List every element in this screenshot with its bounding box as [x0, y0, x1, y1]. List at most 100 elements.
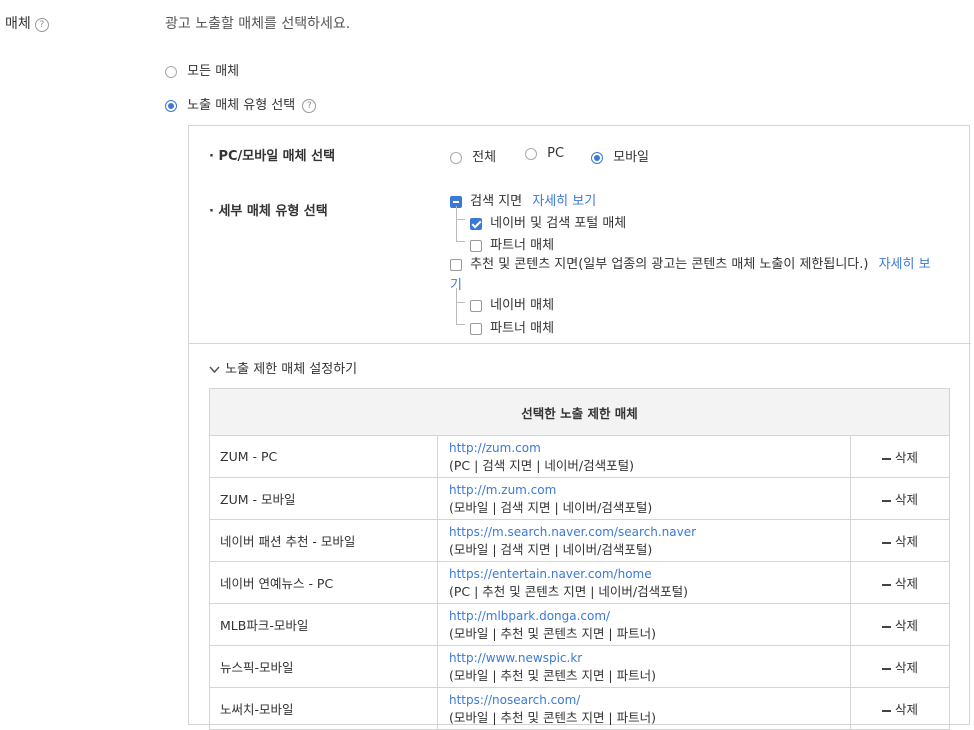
media-url-cell: https://nosearch.com/ (모바일 | 추천 및 콘텐츠 지면… — [437, 687, 851, 730]
delete-button-label: 삭제 — [895, 702, 919, 717]
search-detail-link[interactable]: 자세히 보기 — [532, 194, 596, 209]
checkbox-search-label: 검색 지면 — [470, 194, 523, 209]
content-detail-link[interactable]: 자세히 보 — [879, 257, 931, 272]
table-row: 네이버 패션 추천 - 모바일 https://m.search.naver.c… — [209, 519, 951, 562]
media-info: (PC | 검색 지면 | 네이버/검색포털) — [449, 457, 635, 473]
table-row: 뉴스픽-모바일 http://www.newspic.kr (모바일 | 추천 … — [209, 645, 951, 688]
checkbox-search-partner-label: 파트너 매체 — [490, 238, 555, 253]
checkbox-content-partner[interactable]: 파트너 매체 — [470, 317, 554, 336]
radio-pcm-all-label: 전체 — [472, 150, 497, 165]
radio-pcm-pc-label: PC — [547, 146, 565, 161]
table-row: 네이버 연예뉴스 - PC https://entertain.naver.co… — [209, 561, 951, 604]
delete-button-label: 삭제 — [895, 492, 919, 507]
table-row: 노써치-모바일 https://nosearch.com/ (모바일 | 추천 … — [209, 687, 951, 730]
checkbox-content-naver[interactable]: 네이버 매체 — [470, 294, 554, 313]
minus-icon — [882, 583, 891, 586]
media-type-panel: · PC/모바일 매체 선택 전체 PC 모바일 · 세부 매체 유형 선택 검… — [188, 125, 971, 730]
detail-type-label: · 세부 매체 유형 선택 — [209, 204, 328, 219]
minus-icon — [882, 625, 891, 628]
radio-pcm-pc[interactable]: PC — [525, 146, 564, 161]
media-info: (PC | 추천 및 콘텐츠 지면 | 네이버/검색포털) — [449, 583, 688, 599]
radio-icon[interactable] — [165, 65, 177, 78]
media-url-link[interactable]: https://nosearch.com/ — [449, 691, 849, 709]
checkbox-checked-icon[interactable] — [470, 217, 482, 230]
media-name: ZUM - PC — [209, 435, 438, 478]
checkbox-search-naver[interactable]: 네이버 및 검색 포털 매체 — [470, 212, 626, 231]
pc-mobile-label: · PC/모바일 매체 선택 — [209, 149, 336, 164]
delete-button[interactable]: 삭제 — [849, 687, 951, 730]
radio-pcm-mobile[interactable]: 모바일 — [591, 146, 649, 165]
minus-icon — [882, 541, 891, 544]
restrict-toggle-label: 노출 제한 매체 설정하기 — [225, 362, 358, 377]
media-name: MLB파크-모바일 — [209, 603, 438, 646]
delete-button[interactable]: 삭제 — [849, 519, 951, 562]
radio-icon[interactable] — [165, 99, 177, 112]
checkbox-icon[interactable] — [470, 239, 482, 252]
restricted-media-table: 선택한 노출 제한 매체 ZUM - PC http://zum.com (PC… — [208, 388, 951, 730]
media-name: 네이버 패션 추천 - 모바일 — [209, 519, 438, 562]
checkbox-search[interactable]: 검색 지면 자세히 보기 — [450, 190, 596, 209]
radio-icon[interactable] — [525, 147, 537, 160]
delete-button-label: 삭제 — [895, 576, 919, 591]
table-header: 선택한 노출 제한 매체 — [208, 388, 951, 436]
tree-connector — [456, 206, 465, 220]
help-icon[interactable]: ? — [302, 98, 317, 113]
tree-connector — [456, 288, 465, 303]
delete-button-label: 삭제 — [895, 450, 919, 465]
delete-button-label: 삭제 — [895, 534, 919, 549]
delete-button-label: 삭제 — [895, 660, 919, 675]
restrict-toggle[interactable]: 노출 제한 매체 설정하기 — [209, 358, 357, 377]
media-url-cell: https://entertain.naver.com/home (PC | 추… — [437, 561, 851, 604]
media-url-cell: https://m.search.naver.com/search.naver … — [437, 519, 851, 562]
media-name: 노써치-모바일 — [209, 687, 438, 730]
tree-connector — [456, 302, 465, 325]
radio-media-type[interactable]: 노출 매체 유형 선택 ? — [165, 94, 317, 113]
radio-icon[interactable] — [450, 151, 462, 164]
delete-button[interactable]: 삭제 — [849, 435, 951, 478]
media-url-link[interactable]: http://www.newspic.kr — [449, 649, 849, 667]
media-url-link[interactable]: http://zum.com — [449, 439, 849, 457]
media-url-cell: http://mlbpark.donga.com/ (모바일 | 추천 및 콘텐… — [437, 603, 851, 646]
delete-button[interactable]: 삭제 — [849, 561, 951, 604]
radio-pcm-mobile-label: 모바일 — [613, 150, 650, 165]
delete-button[interactable]: 삭제 — [849, 477, 951, 520]
delete-button[interactable]: 삭제 — [849, 603, 951, 646]
field-label: 매체 ? — [5, 13, 49, 33]
help-icon[interactable]: ? — [34, 17, 49, 32]
checkbox-icon[interactable] — [470, 322, 482, 335]
media-url-cell: http://www.newspic.kr (모바일 | 추천 및 콘텐츠 지면… — [437, 645, 851, 688]
media-url-cell: http://zum.com (PC | 검색 지면 | 네이버/검색포털) — [437, 435, 851, 478]
delete-button[interactable]: 삭제 — [849, 645, 951, 688]
radio-pcm-all[interactable]: 전체 — [450, 146, 496, 165]
media-name: ZUM - 모바일 — [209, 477, 438, 520]
media-info: (모바일 | 추천 및 콘텐츠 지면 | 파트너) — [449, 625, 656, 641]
field-description: 광고 노출할 매체를 선택하세요. — [165, 16, 351, 32]
restricted-media-table-wrap: 선택한 노출 제한 매체 ZUM - PC http://zum.com (PC… — [208, 388, 951, 730]
radio-all-media[interactable]: 모든 매체 — [165, 60, 239, 79]
media-url-link[interactable]: https://entertain.naver.com/home — [449, 565, 849, 583]
delete-button-label: 삭제 — [895, 618, 919, 633]
panel-divider — [189, 343, 971, 344]
radio-media-type-label: 노출 매체 유형 선택 — [187, 98, 296, 113]
radio-icon[interactable] — [591, 151, 603, 164]
checkbox-icon[interactable] — [450, 258, 462, 271]
media-url-link[interactable]: https://m.search.naver.com/search.naver — [449, 523, 849, 541]
media-url-link[interactable]: http://m.zum.com — [449, 481, 849, 499]
media-info: (모바일 | 추천 및 콘텐츠 지면 | 파트너) — [449, 667, 656, 683]
chevron-down-icon — [209, 365, 220, 373]
checkbox-search-naver-label: 네이버 및 검색 포털 매체 — [490, 216, 627, 231]
checkbox-content[interactable]: 추천 및 콘텐츠 지면(일부 업종의 광고는 콘텐츠 매체 노출이 제한됩니다.… — [450, 253, 931, 272]
media-info: (모바일 | 검색 지면 | 네이버/검색포털) — [449, 499, 653, 515]
checkbox-icon[interactable] — [470, 299, 482, 312]
media-info: (모바일 | 검색 지면 | 네이버/검색포털) — [449, 541, 653, 557]
table-row: MLB파크-모바일 http://mlbpark.donga.com/ (모바일… — [209, 603, 951, 646]
radio-all-media-label: 모든 매체 — [187, 64, 240, 79]
media-info: (모바일 | 추천 및 콘텐츠 지면 | 파트너) — [449, 709, 656, 725]
checkbox-search-partner[interactable]: 파트너 매체 — [470, 234, 554, 253]
checkbox-content-naver-label: 네이버 매체 — [490, 298, 555, 313]
minus-icon — [882, 457, 891, 460]
media-name: 뉴스픽-모바일 — [209, 645, 438, 688]
minus-icon — [882, 667, 891, 670]
media-url-cell: http://m.zum.com (모바일 | 검색 지면 | 네이버/검색포털… — [437, 477, 851, 520]
media-url-link[interactable]: http://mlbpark.donga.com/ — [449, 607, 849, 625]
